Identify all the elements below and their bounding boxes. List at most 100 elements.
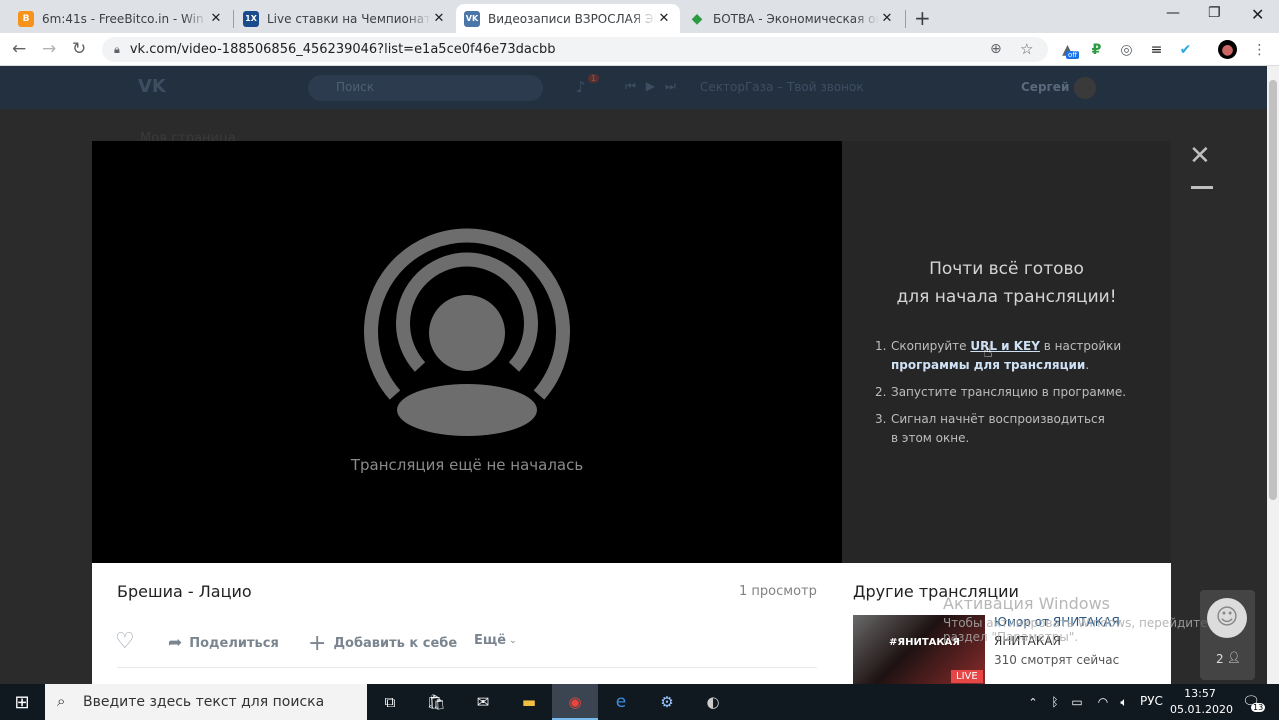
stream-status-text: Трансляция ещё не началась [350,456,584,474]
close-modal-icon[interactable]: ✕ [1189,141,1211,171]
language-indicator[interactable]: РУС [1140,694,1163,708]
clock-date: 05.01.2020 [1170,703,1233,716]
minimize-modal-icon[interactable] [1191,186,1213,189]
video-info-panel: Брешиа - Лацио 1 просмотр ♡ ➦ Поделиться… [92,563,842,684]
video-player[interactable]: Трансляция ещё не началась [92,141,842,563]
reload-button[interactable]: ↻ [72,39,86,59]
ruble-extension-icon[interactable]: ₽ [1087,40,1106,59]
edge-icon[interactable]: e [610,692,632,712]
vk-user-name[interactable]: Сергей [1021,80,1069,94]
address-bar[interactable]: 🔒︎ vk.com/video-188506856_456239046?list… [102,37,1048,62]
tray-chevron-icon[interactable]: ⌃ [1022,692,1044,712]
add-label: Добавить к себе [333,636,458,651]
file-explorer-icon[interactable]: ▬ [518,692,540,712]
mail-icon[interactable]: ✉ [472,692,494,712]
tab-separator [233,10,234,28]
chrome-icon: ◉ [568,693,582,711]
live-stream-icon [364,228,570,436]
audio-track-title[interactable]: СекторГаза – Твой звонок [700,80,864,94]
taskbar-search-placeholder: Введите здесь текст для поиска [83,694,325,710]
step-text: . [1085,358,1090,372]
close-tab-icon[interactable]: ✕ [879,11,895,26]
tab-botva[interactable]: ◆ БОТВА - Экономическая онлайн ✕ [681,4,903,33]
chrome-menu-icon[interactable]: ⋮ [1250,40,1269,59]
1xbet-icon: 1X [243,10,259,27]
windows-start-icon[interactable]: ⊞ [11,692,33,713]
zoom-icon[interactable]: ⊕ [990,41,1002,57]
task-view-icon[interactable]: ⧉ [379,692,401,712]
circle-extension-icon[interactable]: ◎ [1117,40,1136,59]
chat-count: 2 [1216,652,1224,666]
setup-step-2: 2. Запустите трансляцию в программе. [875,383,1155,402]
bookmark-star-icon[interactable]: ☆ [1020,40,1033,58]
bell-icon[interactable]: ♪ [576,78,586,96]
back-button[interactable]: ← [12,39,26,59]
people-icon: 👤︎ [1227,651,1241,664]
new-tab-button[interactable]: + [914,6,931,30]
store-icon[interactable]: 🛍︎ [425,692,447,712]
vk-search-input[interactable]: Поиск [308,75,543,101]
live-badge: LIVE [951,670,983,683]
bitcoin-icon: B [18,10,34,27]
vk-icon: VK [464,10,480,27]
taskbar-clock[interactable]: 13:57 05.01.2020 [1170,686,1233,718]
stream-item-viewers: 310 смотрят сейчас [994,653,1120,667]
chat-widget[interactable]: ☺ 2 👤︎ [1200,590,1255,680]
setup-heading-line1: Почти всё готово [929,259,1084,279]
tab-title: 6m:41s - FreeBitco.in - Win free B [42,11,208,26]
close-tab-icon[interactable]: ✕ [431,11,447,26]
step-text: Скопируйте [891,339,971,353]
tab-strip: B 6m:41s - FreeBitco.in - Win free B ✕ 1… [0,0,1279,33]
obs-icon[interactable]: ◐ [702,692,724,712]
notification-count-badge: 13 [1251,703,1266,712]
more-dropdown[interactable]: Ещё ⌄ [474,633,517,648]
battery-icon[interactable]: ▭ [1066,692,1088,712]
close-tab-icon[interactable]: ✕ [208,11,224,26]
steam-icon[interactable]: ⚙ [656,692,678,712]
menu-extension-icon[interactable]: ≡ [1147,40,1166,59]
like-heart-icon[interactable]: ♡ [115,629,135,654]
setup-step-1: 1. Скопируйте URL и KEY в настройки прог… [875,337,1155,375]
check-extension-icon[interactable]: ✔ [1176,40,1195,59]
url-key-link[interactable]: URL и KEY [970,339,1040,353]
ext-badge: off [1066,51,1080,59]
tab-vk-video[interactable]: VK Видеозаписи ВЗРОСЛАЯ ЭРОТИКА ✕ [456,4,680,33]
close-window-button[interactable]: ✕ [1251,5,1264,24]
browser-toolbar: ← → ↻ 🔒︎ vk.com/video-188506856_45623904… [0,33,1279,66]
vk-user-avatar[interactable] [1074,77,1096,99]
add-to-my-videos-button[interactable]: + Добавить к себе [308,631,457,656]
setup-heading-line2: для начала трансляции! [896,287,1117,307]
url-text: vk.com/video-188506856_456239046?list=e1… [129,42,556,57]
plus-icon: + [308,631,327,656]
wifi-icon[interactable]: ◠ [1092,692,1114,712]
share-button[interactable]: ➦ Поделиться [168,633,279,653]
minimize-button[interactable]: — [1166,5,1180,21]
setup-steps: 1. Скопируйте URL и KEY в настройки прог… [875,337,1155,456]
vk-header: VK Поиск ♪ 1 ⏮▶⏭ СекторГаза – Твой звоно… [0,66,1267,109]
forward-button[interactable]: → [42,39,56,59]
tab-title: Видеозаписи ВЗРОСЛАЯ ЭРОТИКА [488,11,656,26]
audio-controls[interactable]: ⏮▶⏭ [625,79,686,94]
extension-off-icon[interactable]: ▲ off [1058,40,1080,59]
vk-logo[interactable]: VK [138,76,166,97]
step-text: Запустите трансляцию в программе. [891,385,1127,399]
gem-icon: ◆ [691,10,703,27]
restore-button[interactable]: ❐ [1208,5,1221,21]
scrollbar-thumb[interactable] [1269,80,1277,500]
clock-time: 13:57 [1184,687,1216,700]
profile-avatar[interactable]: ● [1218,40,1237,59]
tab-1xbet[interactable]: 1X Live ставки на Чемпионат Италии ✕ [235,4,455,33]
tab-freebitco[interactable]: B 6m:41s - FreeBitco.in - Win free B ✕ [10,4,232,33]
stream-setup-panel: Почти всё готово для начала трансляции! … [842,141,1171,563]
chrome-taskbar-button[interactable]: ◉ [552,684,598,720]
mouse-cursor-icon: ☝︎ [983,342,993,361]
chevron-down-icon: ⌄ [509,635,517,646]
search-icon: ⌕ [57,692,66,710]
step-number: 3. [875,412,887,426]
taskbar-search-box[interactable]: ⌕ Введите здесь текст для поиска [45,684,367,720]
close-tab-icon[interactable]: ✕ [656,11,672,26]
chat-avatar-icon[interactable]: ☺ [1207,598,1247,638]
bluetooth-icon[interactable]: ᛒ [1044,692,1066,712]
volume-icon[interactable]: 🔈︎ [1113,692,1135,712]
step-number: 1. [875,339,887,353]
